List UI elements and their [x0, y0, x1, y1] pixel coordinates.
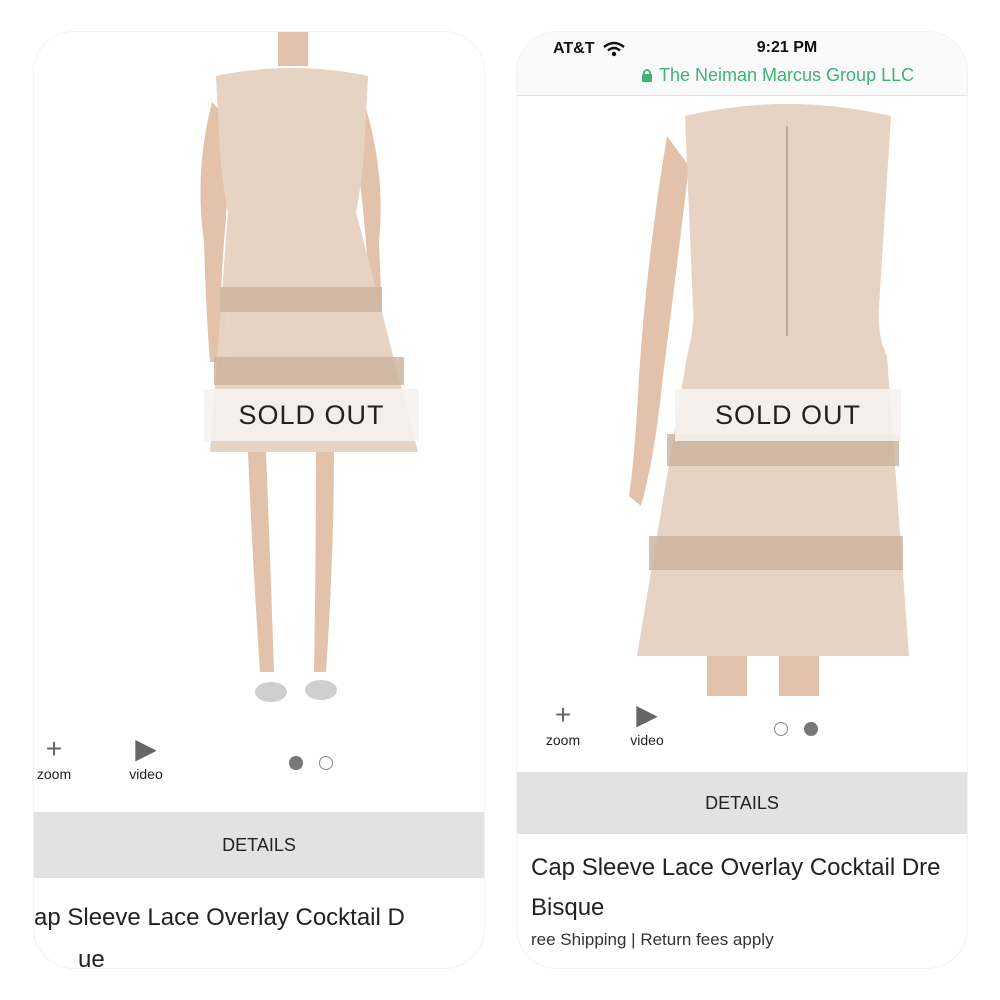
shipping-info: ree Shipping | Return fees apply: [531, 930, 774, 949]
product-image-front[interactable]: [34, 32, 484, 732]
details-button[interactable]: DETAILS: [517, 772, 967, 834]
play-icon: ▶: [135, 733, 157, 764]
carousel-dot-2[interactable]: [319, 756, 333, 770]
product-color: Bisque: [531, 894, 605, 921]
dress-front-illustration: [34, 32, 484, 732]
sold-out-badge: SOLD OUT: [675, 389, 901, 441]
product-title: Cap Sleeve Lace Overlay Cocktail Dre: [531, 854, 941, 881]
video-label: video: [129, 766, 163, 782]
zoom-button[interactable]: + zoom: [34, 733, 74, 783]
sold-out-badge: SOLD OUT: [204, 389, 419, 441]
left-phone-screen: SOLD OUT + zoom ▶ video DETAILS ap Sleev…: [34, 32, 484, 968]
product-color: ue: [78, 946, 105, 968]
zoom-button[interactable]: + zoom: [543, 699, 583, 749]
status-bar: AT&T 9:21 PM The Neiman Marcus Group LLC: [517, 32, 967, 96]
video-button[interactable]: ▶ video: [124, 733, 168, 783]
right-phone-screen: AT&T 9:21 PM The Neiman Marcus Group LLC: [517, 32, 967, 968]
lock-icon: [642, 69, 652, 82]
carousel-dot-1[interactable]: [774, 722, 788, 736]
details-button[interactable]: DETAILS: [34, 812, 484, 878]
carousel-dot-1[interactable]: [289, 756, 303, 770]
product-title: ap Sleeve Lace Overlay Cocktail D: [34, 904, 405, 931]
zoom-label: zoom: [545, 732, 581, 748]
zoom-label: zoom: [36, 766, 72, 782]
plus-icon: +: [554, 699, 572, 730]
carousel-dots: [774, 722, 818, 736]
play-icon: ▶: [636, 699, 658, 730]
carousel-dot-2[interactable]: [804, 722, 818, 736]
site-identity[interactable]: The Neiman Marcus Group LLC: [659, 65, 914, 86]
plus-icon: +: [45, 733, 63, 764]
clock: 9:21 PM: [756, 39, 818, 56]
video-label: video: [630, 732, 664, 748]
video-button[interactable]: ▶ video: [625, 699, 669, 749]
carousel-dots: [289, 756, 333, 770]
